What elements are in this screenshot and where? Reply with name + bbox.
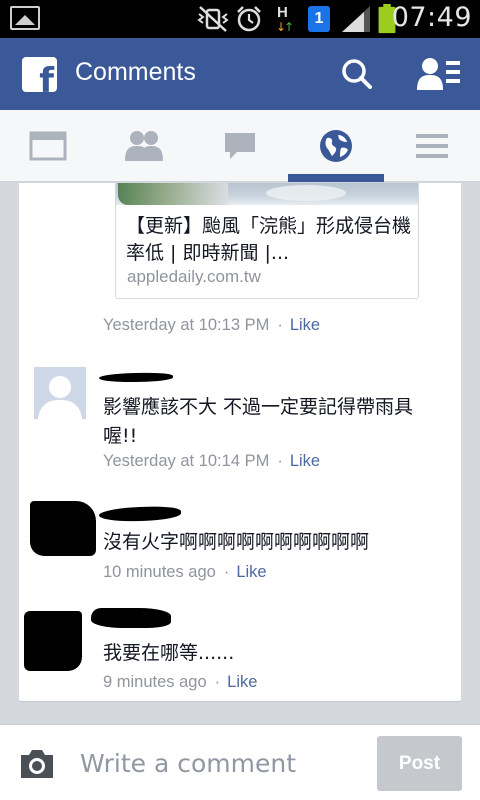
timestamp: 9 minutes ago: [103, 673, 207, 691]
sim-badge: 1: [308, 6, 330, 32]
post-button[interactable]: Post: [377, 736, 462, 791]
gallery-notification-icon: [10, 6, 40, 30]
facebook-logo-icon: f: [22, 57, 57, 92]
messages-icon: [225, 133, 255, 159]
comment-composer: Post: [0, 724, 480, 800]
news-feed-icon: [29, 131, 67, 161]
comment-meta: 9 minutes ago · Like: [103, 673, 258, 691]
comment-meta: Yesterday at 10:14 PM · Like: [103, 452, 321, 470]
post-meta: Yesterday at 10:13 PM · Like: [103, 316, 321, 334]
timestamp: 10 minutes ago: [103, 563, 216, 581]
avatar[interactable]: [30, 501, 96, 556]
like-link[interactable]: Like: [290, 316, 320, 334]
status-bar: H ↓ ↑ 1 07:49: [0, 0, 480, 38]
menu-icon: [416, 134, 448, 158]
app-header: f Comments: [0, 38, 480, 110]
like-link[interactable]: Like: [236, 563, 266, 581]
friends-icon: [125, 131, 163, 161]
comment-text: 沒有火字啊啊啊啊啊啊啊啊啊啊: [103, 531, 370, 553]
avatar[interactable]: [34, 367, 86, 419]
link-preview-card[interactable]: 【更新】颱風「浣熊」形成侵台機率低 | 即時新聞 |... appledaily…: [115, 183, 419, 299]
alarm-icon: [237, 6, 261, 32]
search-icon[interactable]: [337, 56, 377, 92]
comment-text: 影響應該不大 不過一定要記得帶雨具喔!!: [103, 396, 414, 447]
like-link[interactable]: Like: [290, 452, 320, 470]
active-tab-indicator: [288, 174, 384, 182]
timestamp: Yesterday at 10:14 PM: [103, 452, 270, 470]
tab-more[interactable]: [384, 110, 480, 182]
tab-notifications[interactable]: [288, 110, 384, 182]
clock: 07:49: [391, 2, 472, 33]
comment-input[interactable]: [80, 745, 360, 781]
avatar[interactable]: [24, 611, 82, 671]
comment-text: 我要在哪等......: [103, 642, 235, 664]
redacted-author-name: [98, 372, 174, 383]
timestamp: Yesterday at 10:13 PM: [103, 316, 270, 334]
default-avatar-icon: [34, 367, 86, 419]
tab-bar: [0, 110, 480, 182]
camera-icon[interactable]: [18, 747, 56, 781]
network-type-indicator: H ↓ ↑: [276, 4, 295, 34]
signal-icon: [342, 6, 370, 32]
tab-friends[interactable]: [96, 110, 192, 182]
globe-icon: [320, 130, 352, 162]
comment-meta: 10 minutes ago · Like: [103, 563, 267, 581]
like-link[interactable]: Like: [227, 673, 257, 691]
redacted-author-name: [91, 608, 171, 628]
comments-list[interactable]: 【更新】颱風「浣熊」形成侵台機率低 | 即時新聞 |... appledaily…: [18, 183, 462, 702]
tab-news-feed[interactable]: [0, 110, 96, 182]
redacted-author-name: [98, 505, 182, 523]
link-domain: appledaily.com.tw: [127, 267, 261, 286]
tab-messages[interactable]: [192, 110, 288, 182]
page-title: Comments: [75, 58, 196, 86]
friend-requests-icon[interactable]: [416, 56, 462, 92]
link-title: 【更新】颱風「浣熊」形成侵台機率低 | 即時新聞 |...: [126, 215, 412, 264]
link-thumbnail: [116, 183, 418, 205]
vibrate-icon: [197, 6, 229, 32]
